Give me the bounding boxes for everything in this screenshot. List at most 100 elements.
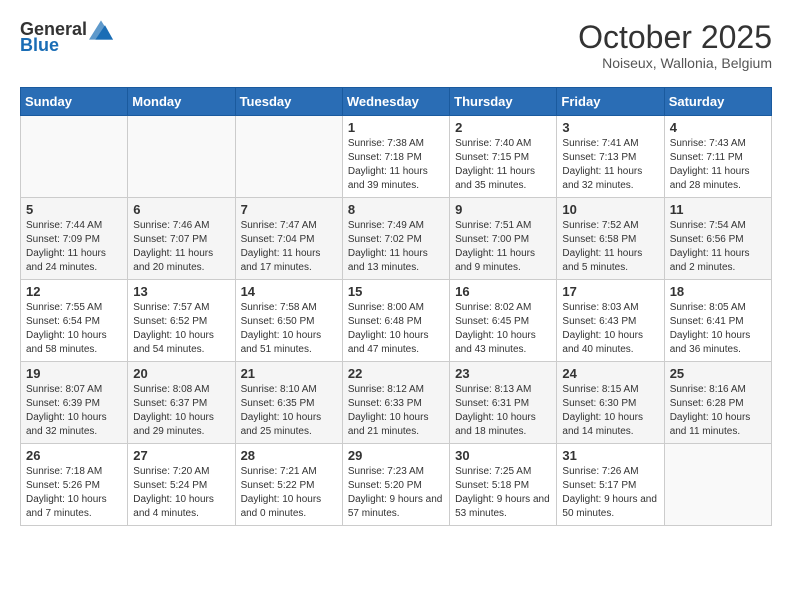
logo-icon bbox=[89, 20, 113, 40]
day-number: 4 bbox=[670, 120, 766, 135]
cell-content: Daylight: 10 hours and 47 minutes. bbox=[348, 329, 444, 357]
cell-content: Sunset: 7:09 PM bbox=[26, 233, 122, 247]
cell-content: Sunset: 6:43 PM bbox=[562, 315, 658, 329]
day-number: 29 bbox=[348, 448, 444, 463]
cell-content: Daylight: 9 hours and 57 minutes. bbox=[348, 493, 444, 521]
calendar-cell: 21Sunrise: 8:10 AMSunset: 6:35 PMDayligh… bbox=[235, 362, 342, 444]
cell-content: Daylight: 11 hours and 39 minutes. bbox=[348, 165, 444, 193]
cell-content: Sunrise: 7:57 AM bbox=[133, 301, 229, 315]
day-number: 1 bbox=[348, 120, 444, 135]
page-header: General Blue October 2025 Noiseux, Wallo… bbox=[20, 20, 772, 71]
day-number: 10 bbox=[562, 202, 658, 217]
calendar-cell: 26Sunrise: 7:18 AMSunset: 5:26 PMDayligh… bbox=[21, 444, 128, 526]
cell-content: Sunset: 7:15 PM bbox=[455, 151, 551, 165]
day-number: 18 bbox=[670, 284, 766, 299]
logo-blue: Blue bbox=[20, 36, 59, 56]
cell-content: Daylight: 11 hours and 32 minutes. bbox=[562, 165, 658, 193]
cell-content: Daylight: 10 hours and 58 minutes. bbox=[26, 329, 122, 357]
week-row-4: 19Sunrise: 8:07 AMSunset: 6:39 PMDayligh… bbox=[21, 362, 772, 444]
calendar-cell: 18Sunrise: 8:05 AMSunset: 6:41 PMDayligh… bbox=[664, 280, 771, 362]
week-row-5: 26Sunrise: 7:18 AMSunset: 5:26 PMDayligh… bbox=[21, 444, 772, 526]
day-number: 23 bbox=[455, 366, 551, 381]
calendar-cell: 17Sunrise: 8:03 AMSunset: 6:43 PMDayligh… bbox=[557, 280, 664, 362]
cell-content: Sunrise: 7:58 AM bbox=[241, 301, 337, 315]
cell-content: Daylight: 10 hours and 51 minutes. bbox=[241, 329, 337, 357]
cell-content: Sunrise: 8:13 AM bbox=[455, 383, 551, 397]
cell-content: Sunrise: 7:51 AM bbox=[455, 219, 551, 233]
cell-content: Sunset: 7:11 PM bbox=[670, 151, 766, 165]
calendar-cell: 6Sunrise: 7:46 AMSunset: 7:07 PMDaylight… bbox=[128, 198, 235, 280]
cell-content: Sunset: 6:50 PM bbox=[241, 315, 337, 329]
cell-content: Sunset: 7:07 PM bbox=[133, 233, 229, 247]
cell-content: Sunset: 7:00 PM bbox=[455, 233, 551, 247]
calendar-cell: 9Sunrise: 7:51 AMSunset: 7:00 PMDaylight… bbox=[450, 198, 557, 280]
cell-content: Sunset: 6:37 PM bbox=[133, 397, 229, 411]
cell-content: Sunrise: 7:47 AM bbox=[241, 219, 337, 233]
weekday-header-wednesday: Wednesday bbox=[342, 88, 449, 116]
cell-content: Daylight: 10 hours and 14 minutes. bbox=[562, 411, 658, 439]
cell-content: Sunset: 6:45 PM bbox=[455, 315, 551, 329]
cell-content: Daylight: 10 hours and 43 minutes. bbox=[455, 329, 551, 357]
cell-content: Daylight: 11 hours and 13 minutes. bbox=[348, 247, 444, 275]
cell-content: Sunset: 7:18 PM bbox=[348, 151, 444, 165]
cell-content: Sunrise: 7:23 AM bbox=[348, 465, 444, 479]
day-number: 7 bbox=[241, 202, 337, 217]
cell-content: Daylight: 10 hours and 11 minutes. bbox=[670, 411, 766, 439]
calendar-cell: 5Sunrise: 7:44 AMSunset: 7:09 PMDaylight… bbox=[21, 198, 128, 280]
cell-content: Sunrise: 8:15 AM bbox=[562, 383, 658, 397]
day-number: 2 bbox=[455, 120, 551, 135]
day-number: 28 bbox=[241, 448, 337, 463]
day-number: 24 bbox=[562, 366, 658, 381]
cell-content: Sunset: 6:28 PM bbox=[670, 397, 766, 411]
cell-content: Sunrise: 7:40 AM bbox=[455, 137, 551, 151]
cell-content: Daylight: 9 hours and 53 minutes. bbox=[455, 493, 551, 521]
cell-content: Sunset: 6:33 PM bbox=[348, 397, 444, 411]
cell-content: Daylight: 11 hours and 2 minutes. bbox=[670, 247, 766, 275]
cell-content: Daylight: 11 hours and 20 minutes. bbox=[133, 247, 229, 275]
cell-content: Daylight: 10 hours and 7 minutes. bbox=[26, 493, 122, 521]
calendar-cell: 19Sunrise: 8:07 AMSunset: 6:39 PMDayligh… bbox=[21, 362, 128, 444]
calendar-cell: 7 Sunrise: 7:47 AMSunset: 7:04 PMDaylight… bbox=[235, 198, 342, 280]
cell-content: Sunset: 6:56 PM bbox=[670, 233, 766, 247]
day-number: 8 bbox=[348, 202, 444, 217]
cell-content: Daylight: 11 hours and 35 minutes. bbox=[455, 165, 551, 193]
weekday-header-sunday: Sunday bbox=[21, 88, 128, 116]
calendar-cell: 27Sunrise: 7:20 AMSunset: 5:24 PMDayligh… bbox=[128, 444, 235, 526]
cell-content: Sunset: 5:20 PM bbox=[348, 479, 444, 493]
cell-content: Sunrise: 8:05 AM bbox=[670, 301, 766, 315]
cell-content: Sunrise: 7:25 AM bbox=[455, 465, 551, 479]
calendar-cell: 3Sunrise: 7:41 AMSunset: 7:13 PMDaylight… bbox=[557, 116, 664, 198]
cell-content: Daylight: 10 hours and 0 minutes. bbox=[241, 493, 337, 521]
day-number: 22 bbox=[348, 366, 444, 381]
calendar-cell: 8Sunrise: 7:49 AMSunset: 7:02 PMDaylight… bbox=[342, 198, 449, 280]
cell-content: Sunrise: 8:10 AM bbox=[241, 383, 337, 397]
cell-content: Sunrise: 8:07 AM bbox=[26, 383, 122, 397]
day-number: 3 bbox=[562, 120, 658, 135]
calendar-table: SundayMondayTuesdayWednesdayThursdayFrid… bbox=[20, 87, 772, 526]
cell-content: Daylight: 11 hours and 24 minutes. bbox=[26, 247, 122, 275]
day-number: 31 bbox=[562, 448, 658, 463]
day-number: 21 bbox=[241, 366, 337, 381]
cell-content: Sunrise: 7:43 AM bbox=[670, 137, 766, 151]
day-number: 6 bbox=[133, 202, 229, 217]
calendar-cell bbox=[21, 116, 128, 198]
cell-content: Sunset: 7:04 PM bbox=[241, 233, 337, 247]
cell-content: Sunrise: 8:03 AM bbox=[562, 301, 658, 315]
cell-content: Sunrise: 7:21 AM bbox=[241, 465, 337, 479]
calendar-cell: 16Sunrise: 8:02 AMSunset: 6:45 PMDayligh… bbox=[450, 280, 557, 362]
day-number: 17 bbox=[562, 284, 658, 299]
cell-content: Daylight: 10 hours and 18 minutes. bbox=[455, 411, 551, 439]
cell-content: Daylight: 11 hours and 5 minutes. bbox=[562, 247, 658, 275]
cell-content: Sunset: 6:58 PM bbox=[562, 233, 658, 247]
cell-content: Sunrise: 7:18 AM bbox=[26, 465, 122, 479]
cell-content: Sunrise: 7:38 AM bbox=[348, 137, 444, 151]
cell-content: Sunset: 6:41 PM bbox=[670, 315, 766, 329]
cell-content: Sunset: 5:26 PM bbox=[26, 479, 122, 493]
day-number: 9 bbox=[455, 202, 551, 217]
cell-content: Sunset: 6:31 PM bbox=[455, 397, 551, 411]
cell-content: Sunrise: 7:49 AM bbox=[348, 219, 444, 233]
cell-content: Daylight: 11 hours and 17 minutes. bbox=[241, 247, 337, 275]
cell-content: Daylight: 11 hours and 28 minutes. bbox=[670, 165, 766, 193]
cell-content: Daylight: 9 hours and 50 minutes. bbox=[562, 493, 658, 521]
calendar-cell: 30Sunrise: 7:25 AMSunset: 5:18 PMDayligh… bbox=[450, 444, 557, 526]
